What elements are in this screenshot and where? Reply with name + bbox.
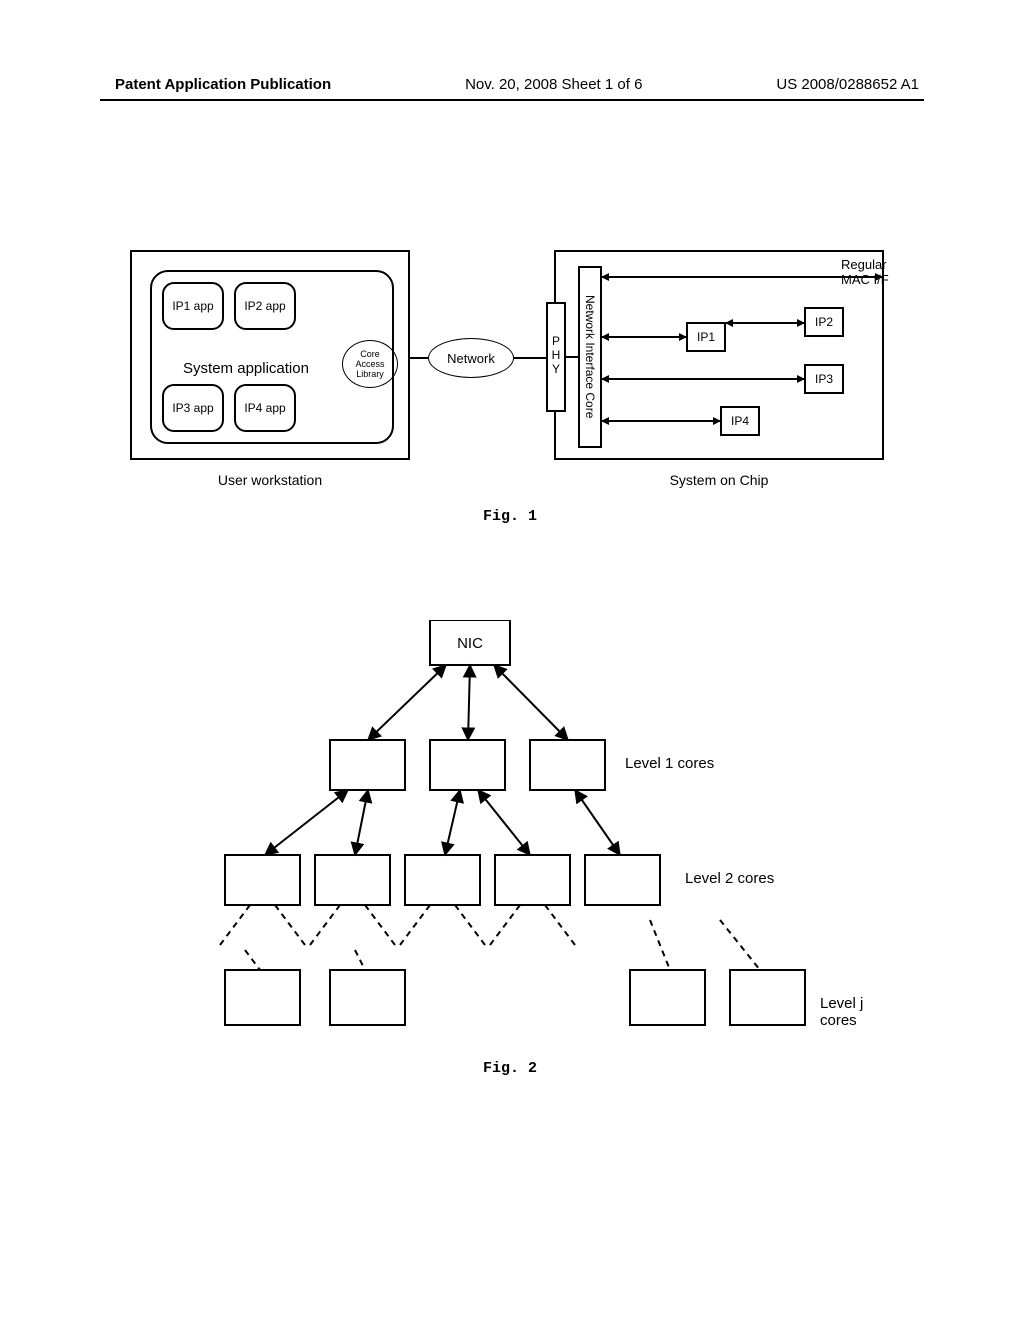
connector-line [566, 356, 578, 358]
ip3-core: IP3 [804, 364, 844, 394]
network-interface-core: Network Interface Core [578, 266, 602, 448]
page-header: Patent Application Publication Nov. 20, … [0, 76, 1024, 93]
arrow-nic-ip1 [602, 336, 686, 338]
level2-label: Level 2 cores [685, 870, 774, 887]
figure-2-caption: Fig. 2 [130, 1060, 890, 1077]
arrow-ip1-ip2 [726, 322, 804, 324]
publication-number: US 2008/0288652 A1 [776, 76, 919, 93]
figure-1: System application IP1 app IP2 app IP3 a… [130, 250, 890, 510]
levelj-label: Level j cores [820, 995, 890, 1029]
ip3-app-box: IP3 app [162, 384, 224, 432]
system-application-box: System application IP1 app IP2 app IP3 a… [150, 270, 394, 444]
network-node: Network [428, 338, 514, 378]
ip1-app-box: IP1 app [162, 282, 224, 330]
publication-type: Patent Application Publication [115, 76, 331, 93]
user-workstation-label: User workstation [130, 472, 410, 488]
soc-label: System on Chip [554, 472, 884, 488]
header-rule [100, 99, 924, 101]
connector-line [410, 357, 428, 359]
phy-block: PHY [546, 302, 566, 412]
arrow-nic-mac [602, 276, 882, 278]
core-access-library: CoreAccessLibrary [342, 340, 398, 388]
level1-label: Level 1 cores [625, 755, 714, 772]
date-sheet: Nov. 20, 2008 Sheet 1 of 6 [465, 76, 642, 93]
ip4-core: IP4 [720, 406, 760, 436]
system-application-label: System application [156, 360, 336, 377]
ip4-app-box: IP4 app [234, 384, 296, 432]
user-workstation-box: System application IP1 app IP2 app IP3 a… [130, 250, 410, 460]
ip2-app-box: IP2 app [234, 282, 296, 330]
nic-node-text: NIC [457, 635, 483, 652]
mac-if-label: RegularMAC I/F [841, 257, 931, 287]
arrow-nic-ip3 [602, 378, 804, 380]
soc-box: PHY Network Interface Core RegularMAC I/… [554, 250, 884, 460]
ip2-core: IP2 [804, 307, 844, 337]
arrow-nic-ip4 [602, 420, 720, 422]
ip1-core: IP1 [686, 322, 726, 352]
figure-2-svg: NIC [130, 620, 890, 1040]
figure-2: NIC [130, 620, 890, 1050]
figure-1-caption: Fig. 1 [130, 508, 890, 525]
